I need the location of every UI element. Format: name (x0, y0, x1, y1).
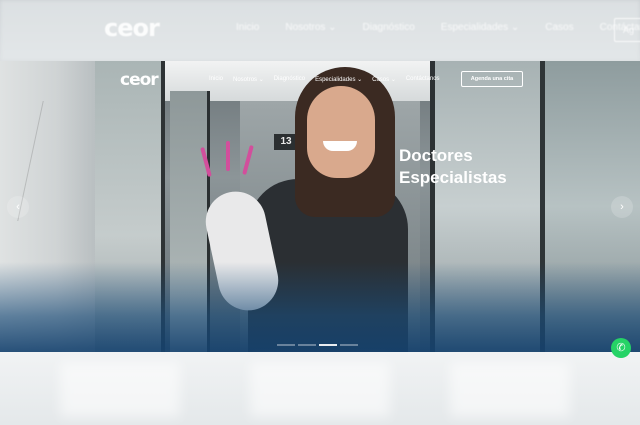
main-nav: Inicio Nosotros ⌄ Diagnóstico Especialid… (236, 22, 640, 33)
slider-prev-button[interactable]: ‹ (7, 196, 29, 218)
hero-nav-item-inicio[interactable]: Inicio (209, 76, 223, 83)
hero-title-line1: Doctores (399, 146, 473, 165)
book-appointment-button[interactable]: Ag (614, 18, 640, 42)
site-logo[interactable]: ceor (104, 14, 160, 42)
slider-dot[interactable] (319, 344, 337, 346)
hero-bottom-overlay (0, 262, 640, 352)
hero-title: Doctores Especialistas (399, 145, 507, 189)
slider-dot[interactable] (340, 344, 358, 346)
chevron-left-icon: ‹ (16, 201, 20, 213)
hero-book-appointment-button[interactable]: Agenda una cita (461, 71, 523, 87)
hero-nav-item-nosotros[interactable]: Nosotros ⌄ (233, 76, 264, 83)
hero-title-line2: Especialistas (399, 168, 507, 187)
nav-item-inicio[interactable]: Inicio (236, 22, 259, 33)
whatsapp-button[interactable]: ✆ (611, 338, 631, 358)
hero-nav: Inicio Nosotros ⌄ Diagnóstico Especialid… (209, 76, 450, 83)
content-section (0, 352, 640, 425)
slider-dot[interactable] (277, 344, 295, 346)
slider-next-button[interactable]: › (611, 196, 633, 218)
nav-item-especialidades[interactable]: Especialidades ⌄ (441, 22, 519, 33)
slider-pagination (277, 344, 358, 346)
hero-nav-item-diagnostico[interactable]: Diagnóstico (274, 76, 305, 83)
hero-slider: 13 ceor Inicio Nosotros ⌄ Diagnóstico Es… (0, 61, 640, 352)
doctor-figure-smile (323, 141, 357, 151)
hero-nav-item-contactanos[interactable]: Contáctanos (406, 76, 440, 83)
chevron-right-icon: › (620, 201, 624, 213)
nav-item-nosotros[interactable]: Nosotros ⌄ (285, 22, 336, 33)
blurred-content (60, 362, 180, 417)
hero-logo[interactable]: ceor (120, 70, 159, 90)
slider-dot[interactable] (298, 344, 316, 346)
dental-tool-icon (226, 141, 230, 171)
blurred-content (250, 362, 390, 417)
hero-nav-item-casos[interactable]: Casos ⌄ (372, 76, 396, 83)
top-header: ceor Inicio Nosotros ⌄ Diagnóstico Espec… (0, 0, 640, 61)
nav-item-casos[interactable]: Casos (545, 22, 573, 33)
whatsapp-icon: ✆ (616, 342, 626, 354)
hero-nav-item-especialidades[interactable]: Especialidades ⌄ (315, 76, 362, 83)
nav-item-diagnostico[interactable]: Diagnóstico (363, 22, 415, 33)
blurred-content (450, 362, 570, 417)
doctor-figure-face (307, 86, 375, 178)
